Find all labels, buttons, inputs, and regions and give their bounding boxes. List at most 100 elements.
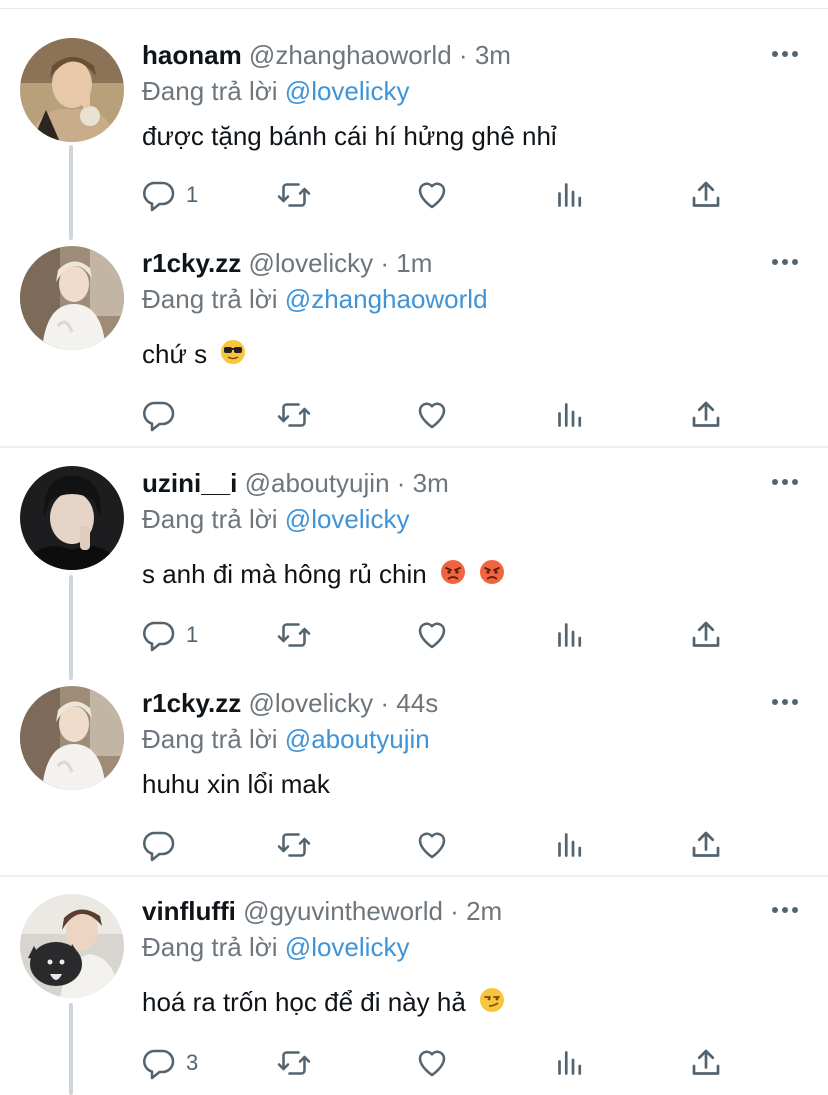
tweet-text-content: hoá ra trốn học để đi này hả (142, 987, 466, 1017)
more-icon[interactable] (770, 470, 800, 494)
analytics-icon (552, 397, 588, 433)
username[interactable]: @aboutyujin (245, 468, 390, 498)
timestamp[interactable]: 44s (396, 688, 438, 718)
retweet-button[interactable] (276, 825, 312, 865)
mention-link[interactable]: @zhanghaoworld (285, 284, 488, 314)
reply-button[interactable]: 3 (140, 1043, 198, 1083)
separator-dot: · (458, 40, 468, 70)
avatar[interactable] (20, 894, 124, 998)
avatar[interactable] (20, 246, 124, 350)
timestamp[interactable]: 1m (396, 248, 432, 278)
share-button[interactable] (688, 1043, 724, 1083)
retweet-icon (276, 177, 312, 213)
reply-button[interactable] (140, 395, 186, 435)
angry-emoji (440, 558, 466, 594)
tweet-text-content: được tặng bánh cái hí hửng ghê nhỉ (142, 121, 557, 151)
avatar[interactable] (20, 466, 124, 570)
tweet-text-content: huhu xin lổi mak (142, 769, 330, 799)
views-button[interactable] (552, 615, 588, 655)
username[interactable]: @lovelicky (249, 248, 374, 278)
tweet-text: chứ s (142, 336, 246, 374)
like-button[interactable] (414, 175, 450, 215)
display-name[interactable]: vinfluffi (142, 896, 236, 926)
avatar[interactable] (20, 686, 124, 790)
retweet-button[interactable] (276, 615, 312, 655)
username[interactable]: @lovelicky (249, 688, 374, 718)
replying-to: Đang trả lời @lovelicky (142, 502, 409, 536)
share-button[interactable] (688, 615, 724, 655)
share-icon (688, 1045, 724, 1081)
like-button[interactable] (414, 615, 450, 655)
tweet-actions: 3 (140, 1043, 740, 1083)
retweet-icon (276, 617, 312, 653)
share-icon (688, 827, 724, 863)
avatar[interactable] (20, 38, 124, 142)
reply-icon (140, 177, 176, 213)
views-button[interactable] (552, 395, 588, 435)
replying-to: Đang trả lời @lovelicky (142, 74, 409, 108)
display-name[interactable]: haonam (142, 40, 242, 70)
retweet-icon (276, 1045, 312, 1081)
views-button[interactable] (552, 825, 588, 865)
more-icon[interactable] (770, 898, 800, 922)
replying-to: Đang trả lời @aboutyujin (142, 722, 430, 756)
tweet[interactable]: r1cky.zz @lovelicky · 1m Đang trả lời @z… (0, 246, 828, 436)
retweet-button[interactable] (276, 175, 312, 215)
reply-count: 1 (186, 182, 199, 207)
replying-to-label: Đang trả lời (142, 932, 278, 962)
separator-dot: · (396, 468, 406, 498)
heart-icon (414, 177, 450, 213)
tweet-actions: 1 (140, 175, 740, 215)
replying-to-label: Đang trả lời (142, 724, 278, 754)
tweet[interactable]: haonam @zhanghaoworld · 3m Đang trả lời … (0, 38, 828, 228)
views-button[interactable] (552, 175, 588, 215)
more-icon[interactable] (770, 690, 800, 714)
tweet-actions: 1 (140, 615, 740, 655)
reply-button[interactable]: 1 (140, 175, 198, 215)
separator-dot: · (450, 896, 459, 926)
views-button[interactable] (552, 1043, 588, 1083)
heart-icon (414, 1045, 450, 1081)
username[interactable]: @zhanghaoworld (249, 40, 452, 70)
analytics-icon (552, 827, 588, 863)
retweet-button[interactable] (276, 1043, 312, 1083)
mention-link[interactable]: @aboutyujin (285, 724, 430, 754)
share-button[interactable] (688, 175, 724, 215)
replying-to-label: Đang trả lời (142, 76, 278, 106)
like-button[interactable] (414, 1043, 450, 1083)
display-name[interactable]: uzini__i (142, 468, 237, 498)
like-button[interactable] (414, 395, 450, 435)
reply-button[interactable] (140, 825, 186, 865)
reply-icon (140, 1045, 176, 1081)
mention-link[interactable]: @lovelicky (285, 932, 410, 962)
display-name[interactable]: r1cky.zz (142, 688, 241, 718)
tweet-actions (140, 825, 740, 865)
timestamp[interactable]: 2m (466, 896, 502, 926)
tweet-text: hoá ra trốn học để đi này hả (142, 984, 505, 1022)
retweet-button[interactable] (276, 395, 312, 435)
timestamp[interactable]: 3m (413, 468, 449, 498)
heart-icon (414, 617, 450, 653)
replying-to: Đang trả lời @lovelicky (142, 930, 409, 964)
like-button[interactable] (414, 825, 450, 865)
top-border (0, 8, 828, 9)
mention-link[interactable]: @lovelicky (285, 76, 410, 106)
share-button[interactable] (688, 395, 724, 435)
replying-to: Đang trả lời @zhanghaoworld (142, 282, 488, 316)
tweet-actions (140, 395, 740, 435)
tweet[interactable]: uzini__i @aboutyujin · 3m Đang trả lời @… (0, 466, 828, 656)
reply-button[interactable]: 1 (140, 615, 198, 655)
tweet[interactable]: r1cky.zz @lovelicky · 44s Đang trả lời @… (0, 686, 828, 866)
share-button[interactable] (688, 825, 724, 865)
more-icon[interactable] (770, 250, 800, 274)
display-name[interactable]: r1cky.zz (142, 248, 241, 278)
timestamp[interactable]: 3m (475, 40, 511, 70)
retweet-icon (276, 827, 312, 863)
reply-icon (140, 617, 176, 653)
more-icon[interactable] (770, 42, 800, 66)
username[interactable]: @gyuvintheworld (243, 896, 443, 926)
analytics-icon (552, 177, 588, 213)
tweet[interactable]: vinfluffi @gyuvintheworld · 2m Đang trả … (0, 894, 828, 1084)
conversation-divider (0, 875, 828, 877)
mention-link[interactable]: @lovelicky (285, 504, 410, 534)
